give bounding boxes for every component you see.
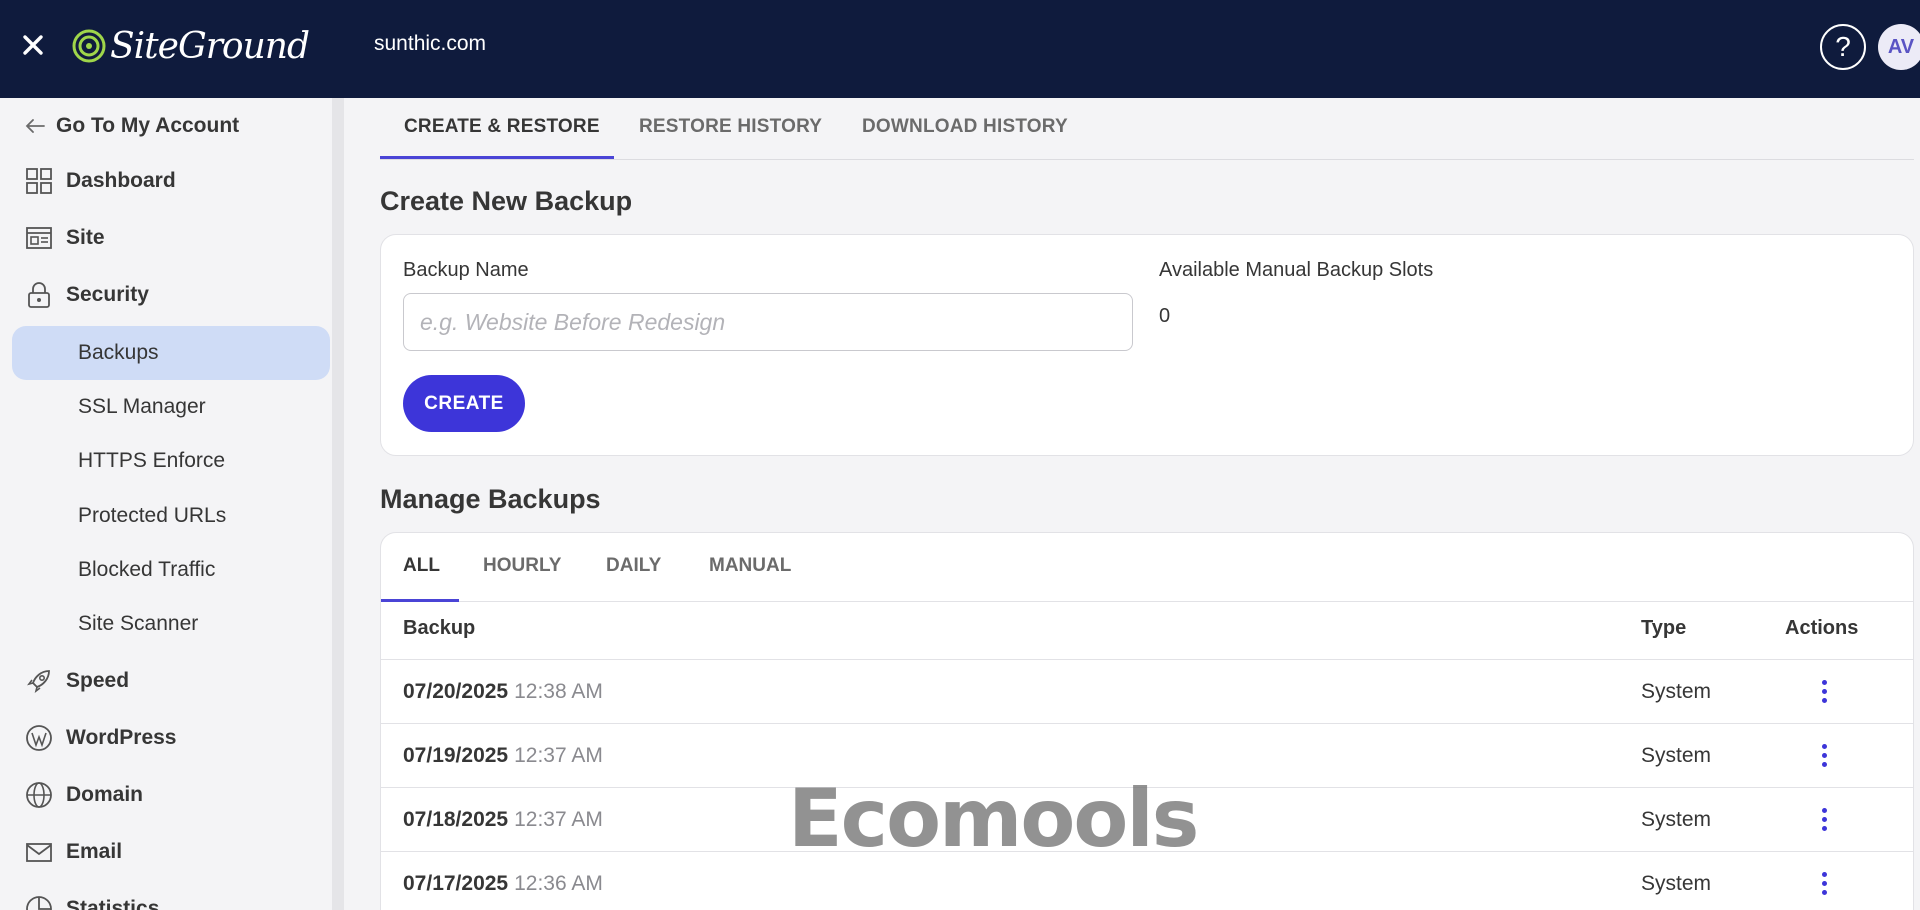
backup-date: 07/20/2025 12:38 AM — [403, 680, 603, 703]
sidebar-subitem-blocked-traffic[interactable]: Blocked Traffic — [12, 543, 330, 597]
sidebar-subitem-ssl-manager[interactable]: SSL Manager — [12, 380, 330, 434]
sidebar-subitem-site-scanner[interactable]: Site Scanner — [12, 597, 330, 651]
filter-daily[interactable]: DAILY — [606, 555, 661, 577]
backup-time: 12:37 AM — [514, 744, 603, 767]
sidebar-subitem-protected-urls[interactable]: Protected URLs — [12, 489, 330, 543]
backup-name-label: Backup Name — [403, 259, 529, 281]
backup-type: System — [1641, 680, 1712, 703]
help-icon: ? — [1835, 31, 1851, 62]
create-backup-title: Create New Backup — [380, 186, 633, 216]
sidebar-item-label: WordPress — [66, 726, 177, 749]
backup-name-input[interactable] — [403, 293, 1133, 351]
filter-all[interactable]: ALL — [403, 555, 440, 577]
siteground-logo[interactable]: SiteGround — [72, 22, 310, 70]
backup-type: System — [1641, 744, 1712, 767]
backup-time: 12:38 AM — [514, 680, 603, 703]
watermark-text: Ecomools — [788, 772, 1199, 865]
table-row: 07/20/2025 12:38 AM System — [381, 659, 1913, 723]
siteground-logo-icon — [72, 29, 106, 63]
backup-type: System — [1641, 808, 1712, 831]
sidebar-item-label: Statistics — [66, 897, 160, 910]
kebab-icon — [1821, 871, 1827, 877]
sidebar-item-security[interactable]: Security — [24, 280, 149, 310]
logo-text: SiteGround — [110, 25, 310, 67]
top-bar: SiteGround sunthic.com ? AV — [0, 0, 1920, 98]
grid-icon — [24, 166, 54, 196]
mail-icon — [24, 837, 54, 867]
row-actions-menu[interactable] — [1809, 866, 1839, 900]
kebab-icon — [1821, 807, 1827, 813]
filter-divider — [381, 601, 1913, 602]
kebab-icon — [1821, 679, 1827, 685]
available-slots-value: 0 — [1159, 305, 1171, 327]
sidebar-item-wordpress[interactable]: WordPress — [24, 723, 177, 753]
create-button[interactable]: CREATE — [403, 375, 525, 432]
sidebar-subitem-backups[interactable]: Backups — [12, 326, 330, 380]
filter-hourly[interactable]: HOURLY — [483, 555, 561, 577]
chart-icon — [24, 894, 54, 910]
sidebar-item-label: Email — [66, 840, 123, 863]
sidebar-item-email[interactable]: Email — [24, 837, 122, 867]
kebab-icon — [1821, 743, 1827, 749]
help-button[interactable]: ? — [1820, 24, 1866, 70]
sidebar-subitem-https-enforce[interactable]: HTTPS Enforce — [12, 434, 330, 488]
sidebar-item-label: Site — [66, 226, 105, 249]
active-tab-indicator — [380, 156, 614, 159]
tab-create-restore[interactable]: CREATE & RESTORE — [404, 116, 600, 138]
wordpress-icon — [24, 723, 54, 753]
row-actions-menu[interactable] — [1809, 802, 1839, 836]
backup-time: 12:36 AM — [514, 872, 603, 895]
site-domain[interactable]: sunthic.com — [374, 32, 486, 56]
column-header-type: Type — [1641, 617, 1687, 639]
sidebar-item-dashboard[interactable]: Dashboard — [24, 166, 176, 196]
go-to-account-link[interactable]: Go To My Account — [24, 114, 239, 138]
backup-tabs: CREATE & RESTORE RESTORE HISTORY DOWNLOA… — [380, 98, 1914, 160]
sidebar-item-site[interactable]: Site — [24, 223, 105, 253]
row-actions-menu[interactable] — [1809, 674, 1839, 708]
lock-icon — [24, 280, 54, 310]
backup-date: 07/18/2025 12:37 AM — [403, 808, 603, 831]
backup-date: 07/17/2025 12:36 AM — [403, 872, 603, 895]
close-icon — [23, 35, 43, 55]
backup-time: 12:37 AM — [514, 808, 603, 831]
site-icon — [24, 223, 54, 253]
manage-backups-title: Manage Backups — [380, 484, 601, 514]
close-button[interactable] — [18, 28, 48, 62]
globe-icon — [24, 780, 54, 810]
watermark: Ecomools — [788, 772, 1199, 865]
create-backup-card: Backup Name Available Manual Backup Slot… — [380, 234, 1914, 456]
go-to-account-label: Go To My Account — [56, 114, 240, 137]
tab-restore-history[interactable]: RESTORE HISTORY — [639, 116, 822, 138]
sidebar-item-statistics[interactable]: Statistics — [24, 894, 159, 910]
backup-type: System — [1641, 872, 1712, 895]
backup-date: 07/19/2025 12:37 AM — [403, 744, 603, 767]
arrow-left-icon — [25, 119, 45, 133]
rocket-icon — [24, 666, 54, 696]
sidebar-item-label: Dashboard — [66, 169, 176, 192]
filter-manual[interactable]: MANUAL — [709, 555, 791, 577]
sidebar: Go To My Account Dashboard Site Security… — [0, 98, 344, 910]
sidebar-item-label: Speed — [66, 669, 130, 692]
active-filter-indicator — [381, 599, 459, 602]
available-slots-label: Available Manual Backup Slots — [1159, 259, 1434, 281]
sidebar-item-label: Domain — [66, 783, 144, 806]
row-actions-menu[interactable] — [1809, 738, 1839, 772]
tab-download-history[interactable]: DOWNLOAD HISTORY — [862, 116, 1068, 138]
sidebar-item-label: Security — [66, 283, 149, 306]
sidebar-item-speed[interactable]: Speed — [24, 666, 129, 696]
column-header-backup: Backup — [403, 617, 476, 639]
column-header-actions: Actions — [1785, 617, 1859, 639]
avatar[interactable]: AV — [1878, 24, 1920, 70]
sidebar-item-domain[interactable]: Domain — [24, 780, 143, 810]
